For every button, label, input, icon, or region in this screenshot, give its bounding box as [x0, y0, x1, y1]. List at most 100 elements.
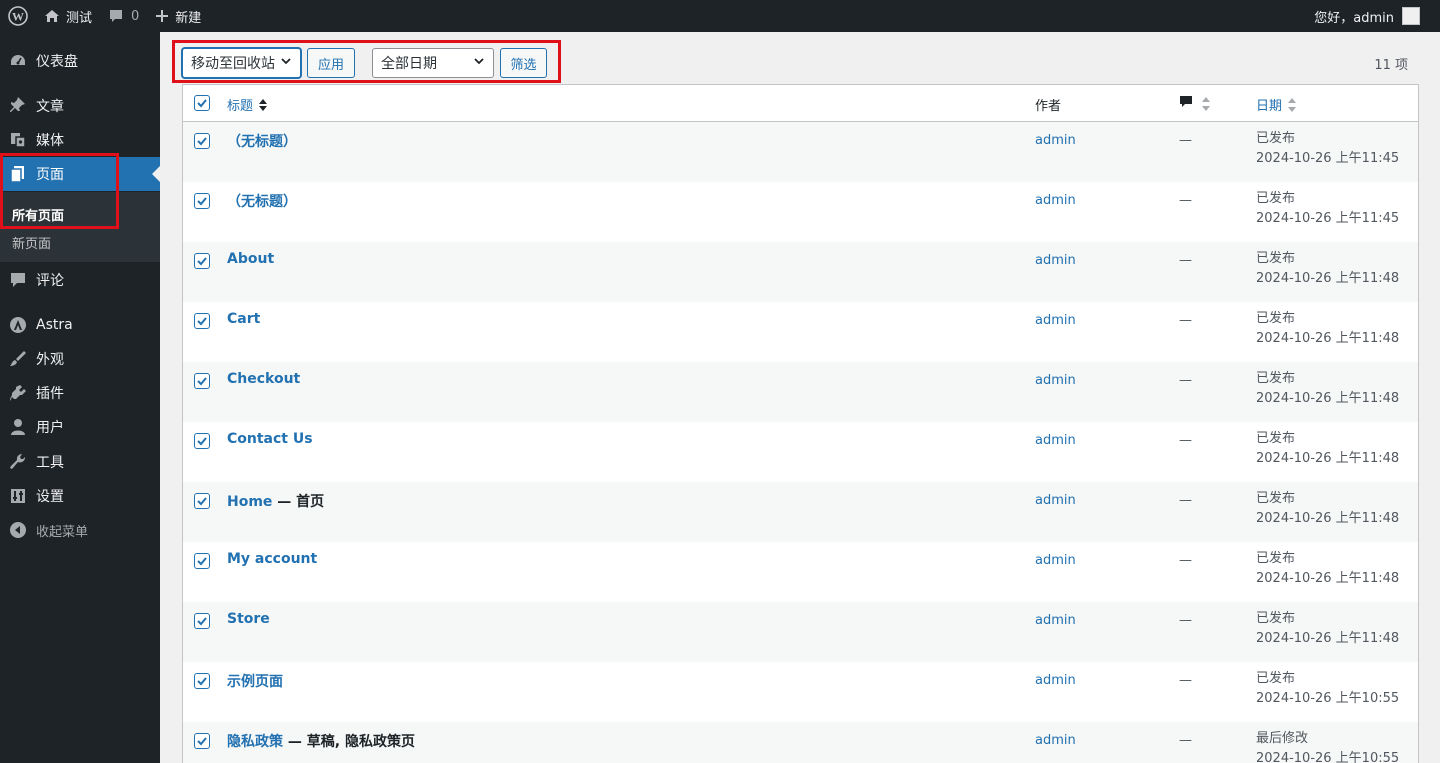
- chevron-down-icon: [280, 55, 292, 71]
- row-checkbox[interactable]: [194, 373, 210, 389]
- checkmark-icon: [197, 317, 207, 326]
- menu-dashboard[interactable]: 仪表盘: [0, 44, 160, 78]
- collapse-menu-button[interactable]: 收起菜单: [0, 513, 160, 547]
- apply-button[interactable]: 应用: [307, 48, 355, 78]
- row-title-link[interactable]: 示例页面: [227, 674, 283, 690]
- row-title-link[interactable]: Home: [227, 494, 272, 510]
- menu-plugins[interactable]: 插件: [0, 376, 160, 410]
- row-title-cell: 示例页面: [227, 671, 283, 691]
- row-title-link[interactable]: Cart: [227, 311, 260, 327]
- row-title-link[interactable]: Store: [227, 611, 270, 627]
- row-checkbox[interactable]: [194, 253, 210, 269]
- menu-pages[interactable]: 页面: [0, 157, 160, 191]
- row-checkbox[interactable]: [194, 313, 210, 329]
- menu-media[interactable]: 媒体: [0, 123, 160, 157]
- row-title-link[interactable]: Checkout: [227, 371, 300, 387]
- menu-appearance[interactable]: 外观: [0, 342, 160, 376]
- date-cell: 已发布 2024-10-26 上午11:48: [1256, 369, 1399, 409]
- author-link[interactable]: admin: [1035, 673, 1076, 688]
- filter-button[interactable]: 筛选: [500, 48, 547, 78]
- dashboard-icon: [0, 52, 36, 70]
- menu-label: 页面: [36, 167, 64, 183]
- admin-sidebar: 仪表盘 文章 媒体 页面 所有页面 新页面 评论 Astra 外观 插件 用户 …: [0, 32, 160, 763]
- wordpress-logo-icon[interactable]: W: [0, 0, 36, 32]
- row-title-link[interactable]: 隐私政策: [227, 734, 283, 750]
- menu-label: 设置: [36, 489, 64, 505]
- checkmark-icon: [197, 497, 207, 506]
- menu-label: 媒体: [36, 133, 64, 149]
- author-link[interactable]: admin: [1035, 613, 1076, 628]
- menu-label: 用户: [36, 420, 64, 436]
- post-state-label: — 首页: [272, 494, 325, 510]
- row-checkbox[interactable]: [194, 733, 210, 749]
- row-checkbox[interactable]: [194, 553, 210, 569]
- submenu-all-pages[interactable]: 所有页面: [12, 205, 64, 224]
- date-filter-select[interactable]: 全部日期: [372, 48, 494, 78]
- author-link[interactable]: admin: [1035, 493, 1076, 508]
- row-checkbox[interactable]: [194, 613, 210, 629]
- post-status: 已发布: [1256, 191, 1296, 206]
- menu-label: 外观: [36, 352, 64, 368]
- site-name-link[interactable]: 测试: [36, 0, 100, 32]
- select-all-checkbox[interactable]: [194, 95, 210, 111]
- row-title-cell: （无标题）: [227, 131, 297, 151]
- menu-astra[interactable]: Astra: [0, 308, 160, 342]
- author-link[interactable]: admin: [1035, 313, 1076, 328]
- new-content-link[interactable]: 新建: [147, 0, 209, 32]
- row-checkbox[interactable]: [194, 133, 210, 149]
- author-link[interactable]: admin: [1035, 433, 1076, 448]
- author-link[interactable]: admin: [1035, 193, 1076, 208]
- menu-settings[interactable]: 设置: [0, 479, 160, 513]
- sort-both-icon: [1202, 97, 1210, 111]
- menu-users[interactable]: 用户: [0, 410, 160, 444]
- menu-tools[interactable]: 工具: [0, 445, 160, 479]
- post-date: 2024-10-26 上午10:55: [1256, 691, 1400, 706]
- row-title-link[interactable]: My account: [227, 551, 317, 567]
- date-cell: 已发布 2024-10-26 上午11:48: [1256, 429, 1399, 469]
- row-title-cell: Home — 首页: [227, 491, 324, 511]
- column-title-label: 标题: [227, 99, 254, 114]
- plus-icon: [155, 9, 169, 23]
- checkmark-icon: [197, 99, 207, 108]
- row-title-cell: Store: [227, 611, 270, 627]
- post-state-label: — 草稿, 隐私政策页: [283, 734, 415, 750]
- row-title-link[interactable]: Contact Us: [227, 431, 313, 447]
- author-link[interactable]: admin: [1035, 733, 1076, 748]
- comments-count: 0: [131, 8, 140, 24]
- brush-icon: [0, 350, 36, 368]
- checkmark-icon: [197, 257, 207, 266]
- author-link[interactable]: admin: [1035, 253, 1076, 268]
- post-status: 已发布: [1256, 611, 1296, 626]
- date-cell: 已发布 2024-10-26 上午11:45: [1256, 189, 1399, 229]
- row-title-cell: （无标题）: [227, 191, 297, 211]
- date-cell: 已发布 2024-10-26 上午11:48: [1256, 249, 1399, 289]
- row-title-cell: About: [227, 251, 274, 267]
- post-date: 2024-10-26 上午10:55: [1256, 751, 1400, 763]
- row-checkbox[interactable]: [194, 673, 210, 689]
- wrench-icon: [0, 453, 36, 471]
- row-checkbox[interactable]: [194, 433, 210, 449]
- row-title-link[interactable]: （无标题）: [227, 194, 297, 210]
- author-link[interactable]: admin: [1035, 553, 1076, 568]
- column-title-sort[interactable]: 标题: [227, 95, 268, 114]
- comments-count: —: [1179, 253, 1192, 268]
- submenu-new-page[interactable]: 新页面: [12, 233, 51, 252]
- row-title-link[interactable]: About: [227, 251, 274, 267]
- column-date-sort[interactable]: 日期: [1256, 95, 1297, 114]
- menu-comments[interactable]: 评论: [0, 263, 160, 297]
- my-account-link[interactable]: 您好，admin: [1306, 0, 1440, 32]
- author-link[interactable]: admin: [1035, 133, 1076, 148]
- author-link[interactable]: admin: [1035, 373, 1076, 388]
- comments-link[interactable]: 0: [100, 0, 147, 32]
- checkmark-icon: [197, 137, 207, 146]
- bulk-action-select[interactable]: 移动至回收站: [182, 48, 301, 78]
- row-checkbox[interactable]: [194, 493, 210, 509]
- admin-bar: W 测试 0 新建 您好，admin: [0, 0, 1440, 32]
- row-title-link[interactable]: （无标题）: [227, 134, 297, 150]
- row-title-cell: 隐私政策 — 草稿, 隐私政策页: [227, 731, 415, 751]
- column-comments-sort[interactable]: [1179, 95, 1210, 113]
- comments-count: —: [1179, 553, 1192, 568]
- table-row: Contact Us admin — 已发布 2024-10-26 上午11:48: [183, 422, 1418, 482]
- row-checkbox[interactable]: [194, 193, 210, 209]
- menu-posts[interactable]: 文章: [0, 89, 160, 123]
